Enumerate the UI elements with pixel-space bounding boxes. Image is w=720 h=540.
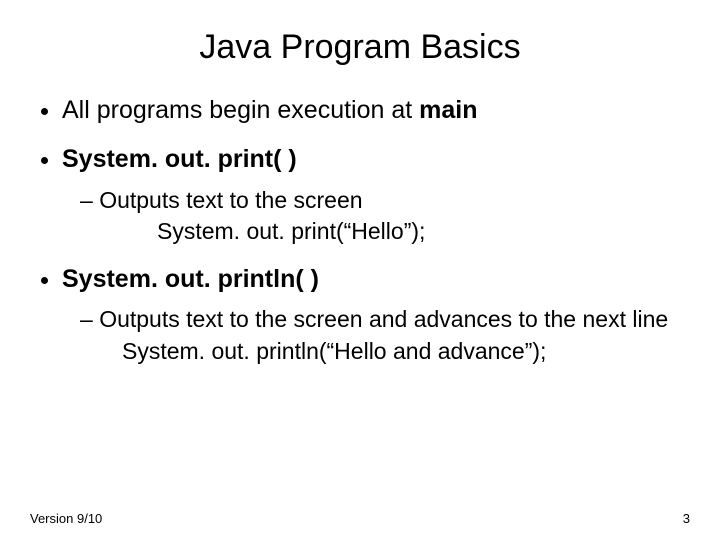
bullet-println-desc: Outputs text to the screen and advances … [80,305,690,335]
bullet-print-label: System. out. print( ) [62,145,297,173]
bullet-list: All programs begin execution at main Sys… [30,95,690,366]
bullet-print: System. out. print( ) Outputs text to th… [62,144,690,246]
footer-page: 3 [683,511,690,526]
bullet-println-sub: Outputs text to the screen and advances … [62,305,690,335]
bullet-main: All programs begin execution at main [62,95,690,126]
bullet-main-bold: main [419,96,477,124]
bullet-println-label: System. out. println( ) [62,265,319,293]
bullet-print-sub: Outputs text to the screen [62,186,690,216]
footer: Version 9/10 3 [30,511,690,526]
bullet-main-text: All programs begin execution at [62,96,419,124]
bullet-print-desc: Outputs text to the screen [80,186,690,216]
slide-title: Java Program Basics [30,28,690,67]
footer-version: Version 9/10 [30,511,102,526]
bullet-print-code: System. out. print(“Hello”); [157,217,690,246]
bullet-println-code: System. out. println(“Hello and advance”… [122,337,690,366]
bullet-println: System. out. println( ) Outputs text to … [62,264,690,366]
slide: Java Program Basics All programs begin e… [0,0,720,540]
